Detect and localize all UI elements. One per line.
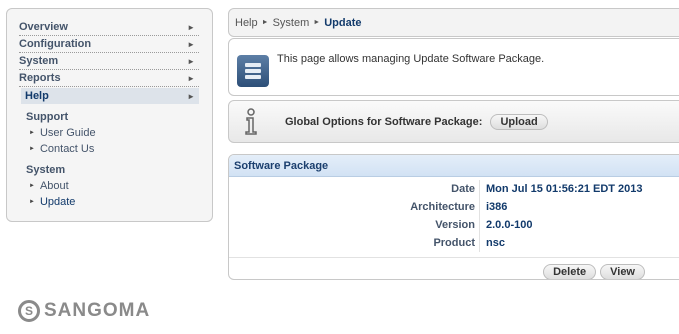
chevron-right-icon: ►: [187, 22, 195, 32]
detail-label: Version: [435, 219, 475, 231]
sidebar-link-user-guide[interactable]: ► User Guide: [26, 125, 199, 141]
package-details: Date Mon Jul 15 01:56:21 EDT 2013 Archit…: [229, 177, 679, 258]
sidebar-link-contact-us[interactable]: ► Contact Us: [26, 141, 199, 157]
nav-item-label: Overview: [19, 21, 68, 33]
nav-item-overview[interactable]: Overview ►: [19, 19, 199, 36]
bullet-arrow-icon: ►: [29, 183, 35, 189]
chevron-right-icon: ►: [187, 56, 195, 66]
sidebar-link-update[interactable]: ► Update: [26, 194, 199, 210]
package-actions: Delete View: [229, 258, 679, 279]
sidebar-link-label: User Guide: [39, 127, 96, 139]
nav-item-label: Reports: [19, 72, 61, 84]
sidebar-link-about[interactable]: ► About: [26, 178, 199, 194]
detail-label: Architecture: [410, 201, 475, 213]
breadcrumb: Help ► System ► Update: [228, 8, 679, 37]
detail-row: Version 2.0.0-100: [229, 216, 679, 234]
help-subsection-system: System ► About ► Update: [19, 163, 199, 210]
detail-label: Date: [451, 183, 475, 195]
subsection-title: System: [26, 164, 66, 176]
sidebar-link-label: Update: [39, 196, 76, 208]
software-package-panel: Software Package Date Mon Jul 15 01:56:2…: [228, 154, 679, 280]
nav-item-configuration[interactable]: Configuration ►: [19, 36, 199, 53]
detail-row: Architecture i386: [229, 198, 679, 216]
detail-value: nsc: [479, 234, 505, 252]
bullet-arrow-icon: ►: [29, 130, 35, 136]
breadcrumb-item-system[interactable]: System: [273, 17, 310, 29]
chevron-right-icon: ►: [187, 73, 195, 83]
detail-row: Date Mon Jul 15 01:56:21 EDT 2013: [229, 180, 679, 198]
detail-label: Product: [433, 237, 475, 249]
bullet-arrow-icon: ►: [29, 199, 35, 205]
logo-text: SANGOMA: [44, 300, 151, 321]
info-text: This page allows managing Update Softwar…: [277, 53, 545, 65]
info-panel: This page allows managing Update Softwar…: [228, 38, 679, 96]
breadcrumb-separator-icon: ►: [313, 19, 321, 26]
sangoma-logo-icon: S: [18, 300, 40, 322]
sidebar-link-label: Contact Us: [39, 143, 95, 155]
subsection-title: Support: [26, 111, 69, 123]
detail-value: Mon Jul 15 01:56:21 EDT 2013: [479, 180, 643, 198]
chevron-right-icon: ►: [187, 39, 195, 49]
sidebar-link-label: About: [39, 180, 69, 192]
nav-item-label: System: [19, 55, 59, 67]
nav-item-label: Help: [25, 90, 49, 102]
nav-item-help[interactable]: Help ►: [21, 88, 199, 104]
help-subsection-support: Support ► User Guide ► Contact Us: [19, 110, 199, 157]
detail-value: i386: [479, 198, 507, 216]
bullet-arrow-icon: ►: [29, 146, 35, 152]
chevron-right-icon: ►: [187, 91, 195, 101]
server-update-icon: [237, 55, 269, 87]
panel-title: Software Package: [229, 155, 679, 177]
info-icon: [241, 107, 261, 136]
nav-item-system[interactable]: System ►: [19, 53, 199, 70]
breadcrumb-item-update: Update: [324, 16, 362, 29]
breadcrumb-separator-icon: ►: [261, 19, 269, 26]
breadcrumb-item-help[interactable]: Help: [235, 17, 258, 29]
nav-item-label: Configuration: [19, 38, 92, 50]
options-label: Global Options for Software Package:: [285, 115, 483, 128]
sangoma-logo: S SANGOMA: [18, 300, 150, 322]
global-options-panel: Global Options for Software Package: Upl…: [228, 100, 679, 143]
delete-button[interactable]: Delete: [543, 264, 597, 279]
upload-button[interactable]: Upload: [490, 113, 548, 130]
nav-item-reports[interactable]: Reports ►: [19, 70, 199, 87]
detail-row: Product nsc: [229, 234, 679, 252]
detail-value: 2.0.0-100: [479, 216, 532, 234]
sidebar: Overview ► Configuration ► System ► Repo…: [6, 8, 213, 222]
view-button[interactable]: View: [600, 264, 645, 279]
